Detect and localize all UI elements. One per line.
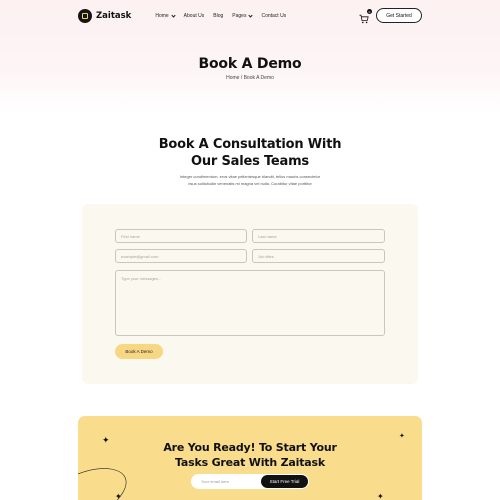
chevron-down-icon	[248, 12, 254, 18]
brand-logo[interactable]: Zaitask	[78, 9, 131, 23]
nav-item-about-us[interactable]: About Us	[184, 13, 205, 19]
chevron-down-icon	[171, 12, 176, 18]
description-line2: risus sollicitudin venenatis mi magna ve…	[188, 181, 312, 186]
top-navbar: Zaitask Home About Us Blog Pages Contact…	[78, 8, 422, 24]
consultation-heading-line1: Book A Consultation With	[158, 137, 342, 152]
hero-section: Zaitask Home About Us Blog Pages Contact…	[0, 0, 500, 110]
job-title-field[interactable]: Job titles	[252, 249, 385, 263]
main-menu: Home About Us Blog Pages Contact Us	[155, 12, 295, 19]
consultation-heading-line2: Our Sales Teams	[191, 154, 309, 169]
nav-item-label: Blog	[213, 13, 224, 19]
page-title: Book A Demo	[198, 56, 302, 72]
consultation-description: Integer condimentum, eros vitae pellente…	[160, 173, 340, 187]
cta-banner: ✦ ✦ ✦ ✦ Are You Ready! To Start Your Tas…	[78, 416, 422, 500]
get-started-button[interactable]: Get Started	[376, 8, 422, 23]
nav-item-home[interactable]: Home	[155, 12, 176, 19]
nav-item-pages[interactable]: Pages	[232, 12, 254, 19]
book-demo-button[interactable]: Book A Demo	[115, 344, 163, 359]
message-textarea[interactable]: Type your messages...	[115, 270, 385, 336]
last-name-field[interactable]: Last name	[252, 229, 385, 243]
nav-item-label: Contact Us	[261, 13, 287, 19]
nav-item-contact-us[interactable]: Contact Us	[261, 13, 286, 19]
consultation-heading: Book A Consultation With Our Sales Teams	[0, 136, 500, 170]
cart-count-badge: 0	[367, 9, 372, 14]
cta-heading-line2: Tasks Great With Zaitask	[175, 456, 325, 469]
cart-icon	[359, 14, 369, 24]
cta-heading: Are You Ready! To Start Your Tasks Great…	[78, 440, 422, 470]
sparkle-icon: ✦	[377, 492, 384, 500]
breadcrumb: Home / Book A Demo	[226, 75, 274, 81]
description-line1: Integer condimentum, eros vitae pellente…	[179, 174, 321, 179]
nav-item-label: About Us	[183, 13, 205, 19]
first-name-field[interactable]: First name	[115, 229, 247, 243]
nav-item-label: Home	[155, 13, 169, 19]
sparkle-icon: ✦	[115, 492, 122, 500]
brand-name: Zaitask	[96, 11, 132, 21]
email-field[interactable]: example@gmail.com	[115, 249, 247, 263]
logo-icon	[78, 9, 92, 23]
cta-heading-line1: Are You Ready! To Start Your	[163, 441, 337, 454]
nav-item-label: Pages	[232, 13, 247, 19]
demo-form: First name Last name example@gmail.com J…	[82, 204, 418, 384]
nav-item-blog[interactable]: Blog	[213, 13, 223, 19]
start-free-trial-button[interactable]: Start Free Trial	[261, 475, 308, 488]
cart-button[interactable]: 0	[359, 9, 372, 24]
